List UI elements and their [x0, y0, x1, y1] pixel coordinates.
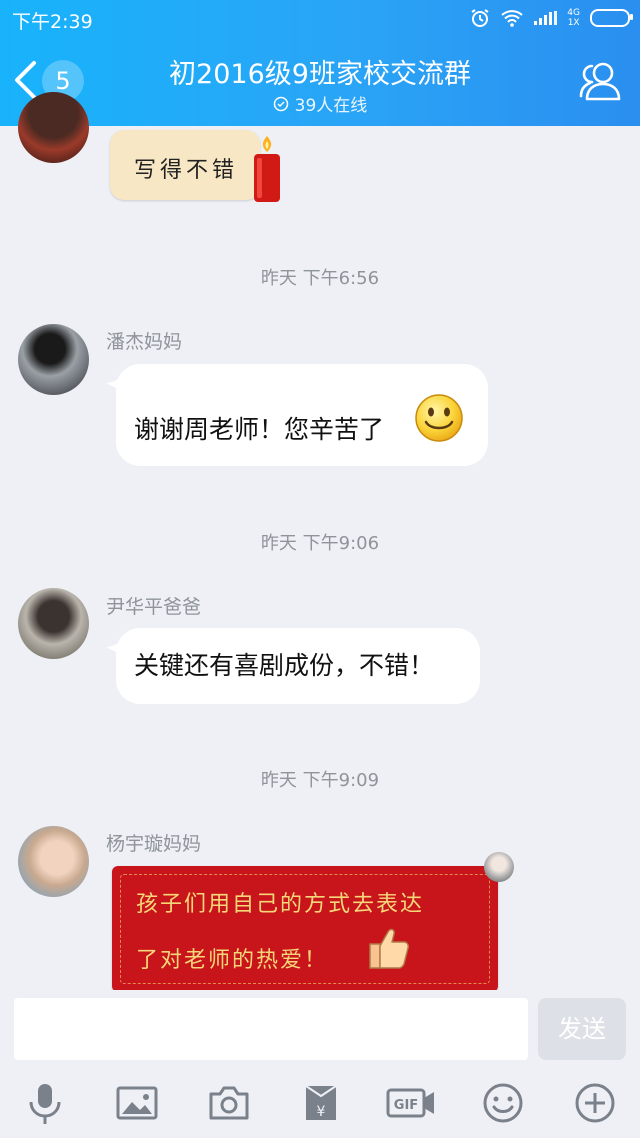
alarm-icon: [471, 9, 489, 27]
online-check-icon: [273, 96, 288, 111]
svg-text:¥: ¥: [317, 1104, 326, 1120]
bubble-tail: [106, 638, 124, 656]
red-packet-icon[interactable]: ¥: [298, 1080, 344, 1126]
status-time: 下午2:39: [12, 11, 93, 33]
candle-icon: [254, 136, 280, 202]
sticker-text: 写得不错: [134, 158, 239, 183]
avatar-decoration: [484, 852, 514, 882]
bottom-toolbar: ¥ GIF: [0, 1070, 640, 1138]
wifi-icon: [501, 10, 523, 27]
input-bar: 发送: [0, 990, 640, 1070]
gif-icon[interactable]: GIF: [386, 1080, 438, 1126]
card-text-line-2: 了对老师的热爱！: [136, 948, 329, 973]
svg-text:GIF: GIF: [394, 1098, 418, 1113]
signal-icon: [534, 11, 558, 25]
avatar[interactable]: [18, 826, 89, 897]
emoji-icon[interactable]: [480, 1080, 526, 1126]
online-status: 39人在线: [220, 91, 420, 116]
message-timestamp: 昨天 下午9:09: [260, 770, 380, 791]
avatar[interactable]: [18, 92, 89, 163]
message-timestamp: 昨天 下午6:56: [260, 268, 380, 289]
message-text: 关键还有喜剧成份，不错！: [134, 651, 435, 680]
smile-emoji-icon: [415, 394, 463, 442]
message-timestamp: 昨天 下午9:06: [260, 533, 380, 554]
avatar[interactable]: [18, 324, 89, 395]
send-button[interactable]: 发送: [538, 998, 626, 1060]
microphone-icon[interactable]: [22, 1080, 68, 1126]
group-title[interactable]: 初2016级9班家校交流群: [120, 52, 520, 91]
sender-name: 尹华平爸爸: [106, 596, 202, 618]
avatar[interactable]: [18, 588, 89, 659]
sender-name: 潘杰妈妈: [106, 331, 183, 353]
image-icon[interactable]: [114, 1080, 160, 1126]
back-icon[interactable]: [12, 60, 38, 100]
card-text-line-1: 孩子们用自己的方式去表达: [136, 892, 425, 917]
sender-name: 杨宇璇妈妈: [106, 833, 202, 855]
message-bubble[interactable]: 谢谢周老师！您辛苦了: [106, 364, 488, 466]
message-input[interactable]: [14, 998, 528, 1060]
thumbs-up-icon: [369, 928, 409, 969]
group-members-icon[interactable]: [578, 58, 624, 104]
plus-icon[interactable]: [572, 1080, 618, 1126]
message-text: 谢谢周老师！您辛苦了: [134, 415, 385, 444]
red-card-message[interactable]: 孩子们用自己的方式去表达 了对老师的热爱！: [112, 866, 498, 992]
status-bar: 下午2:39 4G 1X: [0, 0, 640, 36]
chat-header: 下午2:39 4G 1X 5 初2016级9班家校交流群 39人在线: [0, 0, 640, 126]
network-type: 4G 1X: [567, 8, 580, 28]
sticker-message[interactable]: 写得不错: [110, 130, 286, 204]
online-count: 39人在线: [294, 96, 368, 116]
bubble-tail: [106, 374, 124, 392]
battery-icon: [590, 9, 633, 27]
message-bubble[interactable]: 关键还有喜剧成份，不错！: [106, 628, 480, 704]
camera-icon[interactable]: [206, 1080, 252, 1126]
status-icons: 4G 1X: [470, 6, 633, 30]
